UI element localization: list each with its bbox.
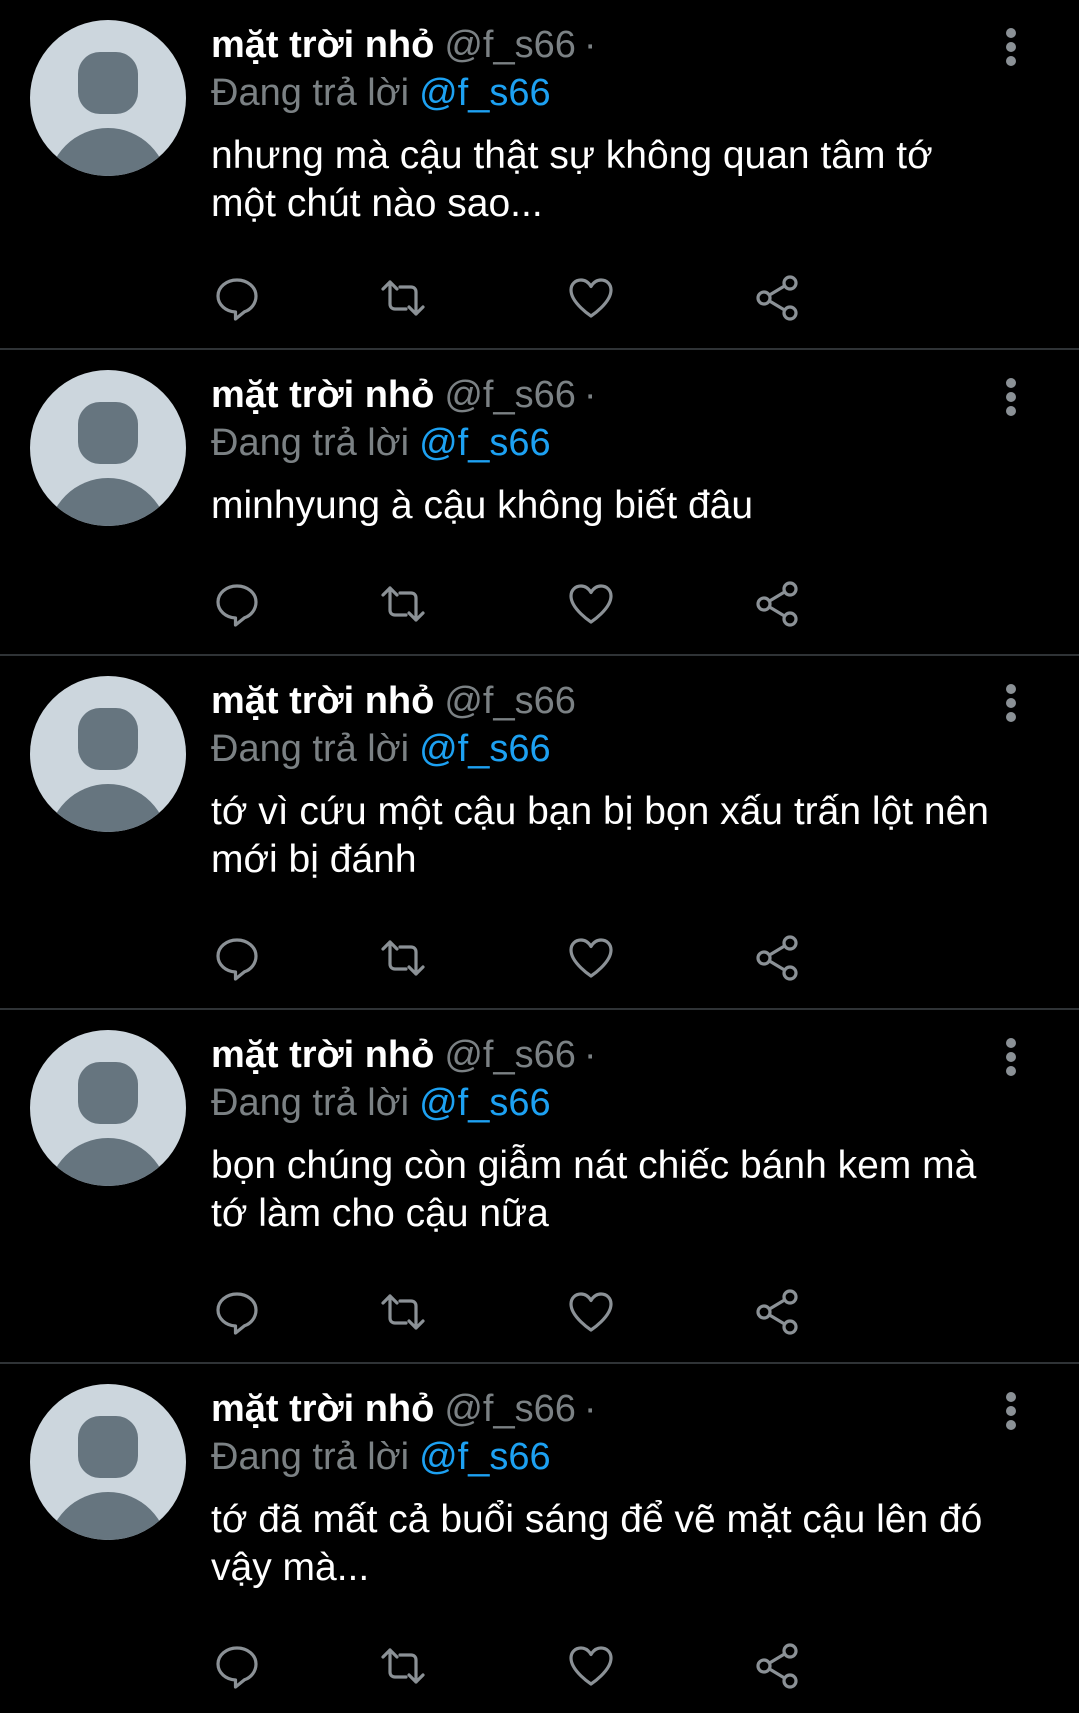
share-icon[interactable] <box>752 1640 804 1692</box>
tweet-feed: mặt trời nhỏ @f_s66 · Đang trả lời @f_s66 n… <box>0 0 1079 1713</box>
reply-mention-link[interactable]: @f_s66 <box>419 728 551 770</box>
replying-to: Đang trả lời @f_s66 <box>211 724 999 774</box>
separator-dot: · <box>583 24 597 66</box>
reply-icon[interactable] <box>211 932 263 984</box>
reply-icon[interactable] <box>211 1286 263 1338</box>
replying-to: Đang trả lời @f_s66 <box>211 1432 999 1482</box>
default-avatar-icon[interactable] <box>30 676 186 832</box>
like-icon[interactable] <box>565 1286 617 1338</box>
display-name[interactable]: mặt trời nhỏ <box>211 1388 434 1430</box>
separator-dot: · <box>583 1388 597 1430</box>
user-handle[interactable]: @f_s66 <box>444 1388 576 1430</box>
tweet-content: mặt trời nhỏ @f_s66 · Đang trả lời @f_s66 t… <box>211 1386 999 1592</box>
replying-to: Đang trả lời @f_s66 <box>211 68 999 118</box>
more-vertical-icon[interactable] <box>1001 378 1021 416</box>
replying-to: Đang trả lời @f_s66 <box>211 418 999 468</box>
retweet-icon[interactable] <box>377 932 429 984</box>
reply-prefix: Đang trả lời <box>211 1082 410 1124</box>
like-icon[interactable] <box>565 932 617 984</box>
tweet-header: mặt trời nhỏ @f_s66 · <box>211 1386 999 1432</box>
default-avatar-icon[interactable] <box>30 370 186 526</box>
display-name[interactable]: mặt trời nhỏ <box>211 24 434 66</box>
tweet[interactable]: mặt trời nhỏ @f_s66 · Đang trả lời @f_s66 t… <box>0 1364 1079 1713</box>
reply-mention-link[interactable]: @f_s66 <box>419 422 551 464</box>
tweet-content: mặt trời nhỏ @f_s66 · Đang trả lời @f_s66 b… <box>211 1032 999 1238</box>
tweet-text: tớ vì cứu một cậu bạn bị bọn xấu trấn lộ… <box>211 790 989 881</box>
tweet-header: mặt trời nhỏ @f_s66 <box>211 678 999 724</box>
retweet-icon[interactable] <box>377 1286 429 1338</box>
reply-icon[interactable] <box>211 1640 263 1692</box>
like-icon[interactable] <box>565 578 617 630</box>
tweet-header: mặt trời nhỏ @f_s66 · <box>211 1032 999 1078</box>
retweet-icon[interactable] <box>377 1640 429 1692</box>
reply-mention-link[interactable]: @f_s66 <box>419 72 551 114</box>
tweet-text: tớ đã mất cả buổi sáng để vẽ mặt cậu lên… <box>211 1498 983 1589</box>
tweet-header: mặt trời nhỏ @f_s66 · <box>211 372 999 418</box>
more-vertical-icon[interactable] <box>1001 1038 1021 1076</box>
display-name[interactable]: mặt trời nhỏ <box>211 680 434 722</box>
reply-prefix: Đang trả lời <box>211 422 410 464</box>
like-icon[interactable] <box>565 272 617 324</box>
user-handle[interactable]: @f_s66 <box>444 1034 576 1076</box>
share-icon[interactable] <box>752 272 804 324</box>
more-vertical-icon[interactable] <box>1001 684 1021 722</box>
default-avatar-icon[interactable] <box>30 1030 186 1186</box>
user-handle[interactable]: @f_s66 <box>444 24 576 66</box>
tweet[interactable]: mặt trời nhỏ @f_s66 Đang trả lời @f_s66 tớ… <box>0 656 1079 1010</box>
tweet-content: mặt trời nhỏ @f_s66 · Đang trả lời @f_s66 n… <box>211 22 999 228</box>
tweet-content: mặt trời nhỏ @f_s66 · Đang trả lời @f_s66 m… <box>211 372 999 530</box>
separator-dot: · <box>583 374 597 416</box>
tweet-content: mặt trời nhỏ @f_s66 Đang trả lời @f_s66 tớ… <box>211 678 999 884</box>
reply-prefix: Đang trả lời <box>211 72 410 114</box>
reply-icon[interactable] <box>211 578 263 630</box>
retweet-icon[interactable] <box>377 272 429 324</box>
more-vertical-icon[interactable] <box>1001 1392 1021 1430</box>
like-icon[interactable] <box>565 1640 617 1692</box>
default-avatar-icon[interactable] <box>30 1384 186 1540</box>
tweet[interactable]: mặt trời nhỏ @f_s66 · Đang trả lời @f_s66 m… <box>0 350 1079 656</box>
user-handle[interactable]: @f_s66 <box>444 680 576 722</box>
reply-prefix: Đang trả lời <box>211 728 410 770</box>
tweet[interactable]: mặt trời nhỏ @f_s66 · Đang trả lời @f_s66 b… <box>0 1010 1079 1364</box>
reply-icon[interactable] <box>211 272 263 324</box>
tweet-text: bọn chúng còn giẫm nát chiếc bánh kem mà… <box>211 1144 977 1235</box>
display-name[interactable]: mặt trời nhỏ <box>211 374 434 416</box>
tweet-text: minhyung à cậu không biết đâu <box>211 484 754 527</box>
tweet-text: nhưng mà cậu thật sự không quan tâm tớ m… <box>211 134 933 225</box>
share-icon[interactable] <box>752 1286 804 1338</box>
reply-mention-link[interactable]: @f_s66 <box>419 1082 551 1124</box>
reply-mention-link[interactable]: @f_s66 <box>419 1436 551 1478</box>
default-avatar-icon[interactable] <box>30 20 186 176</box>
share-icon[interactable] <box>752 578 804 630</box>
more-vertical-icon[interactable] <box>1001 28 1021 66</box>
tweet-header: mặt trời nhỏ @f_s66 · <box>211 22 999 68</box>
reply-prefix: Đang trả lời <box>211 1436 410 1478</box>
retweet-icon[interactable] <box>377 578 429 630</box>
separator-dot: · <box>583 1034 597 1076</box>
user-handle[interactable]: @f_s66 <box>444 374 576 416</box>
display-name[interactable]: mặt trời nhỏ <box>211 1034 434 1076</box>
share-icon[interactable] <box>752 932 804 984</box>
tweet[interactable]: mặt trời nhỏ @f_s66 · Đang trả lời @f_s66 n… <box>0 0 1079 350</box>
replying-to: Đang trả lời @f_s66 <box>211 1078 999 1128</box>
